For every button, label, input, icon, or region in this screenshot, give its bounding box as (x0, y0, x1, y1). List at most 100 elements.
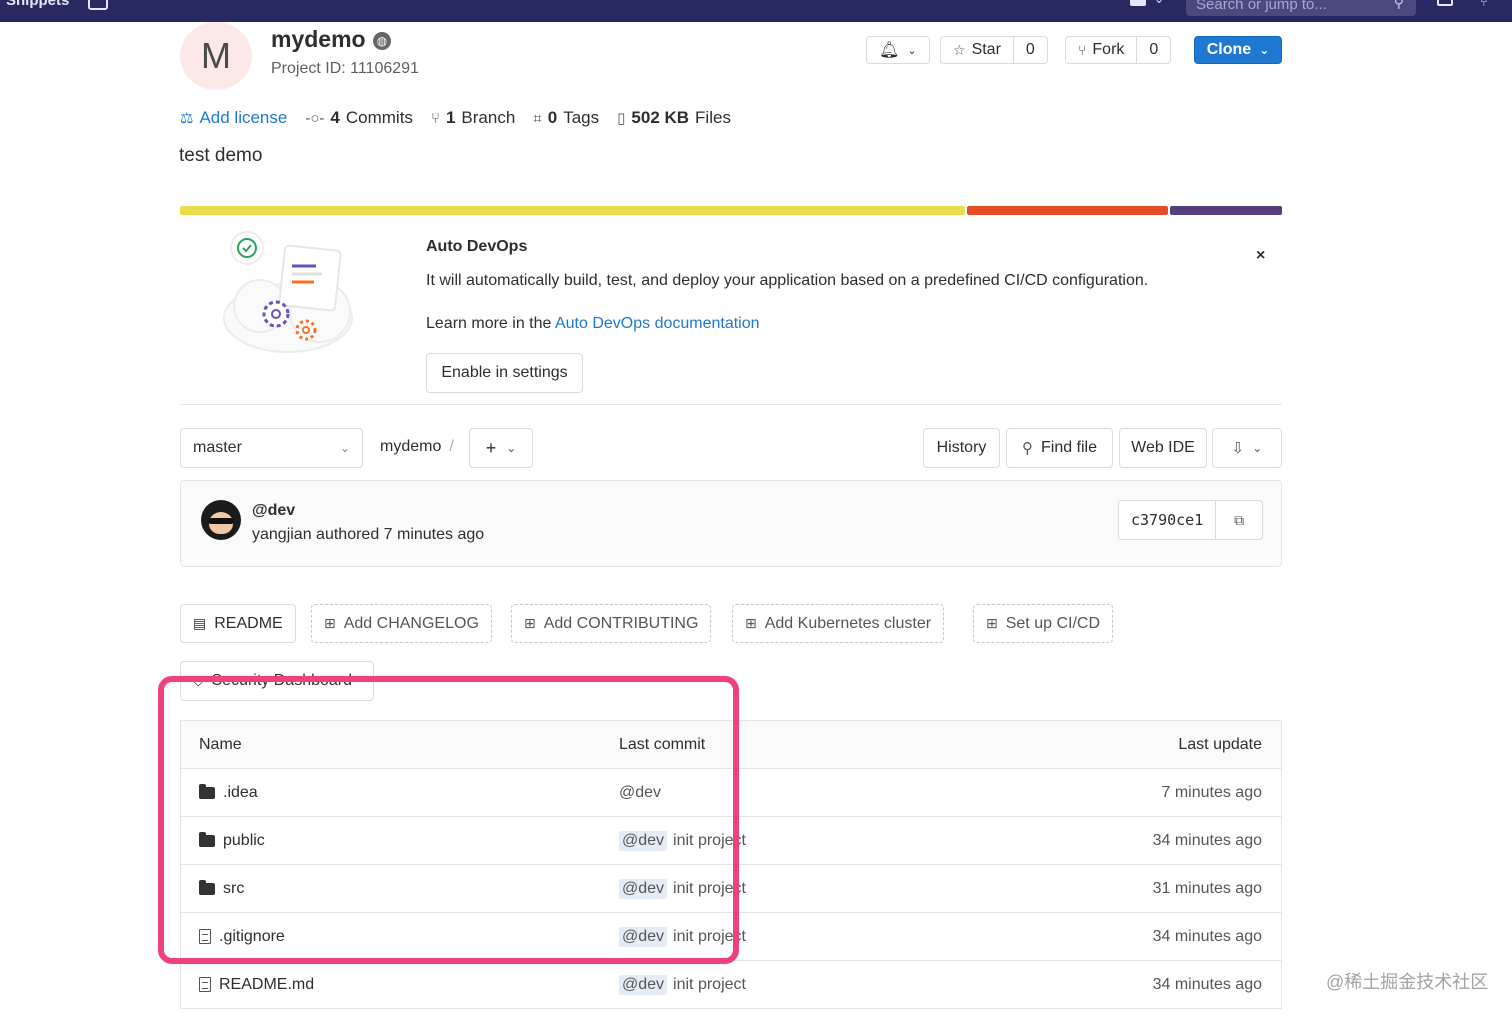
new-item-icon[interactable] (1130, 0, 1146, 6)
add-to-tree-dropdown[interactable]: + ⌄ (469, 428, 533, 468)
commit-tag[interactable]: @dev (619, 926, 668, 947)
enable-in-settings-button[interactable]: Enable in settings (426, 353, 583, 393)
chevron-down-icon[interactable]: ⌄ (1154, 0, 1164, 6)
commit-sha[interactable]: c3790ce1 (1119, 501, 1217, 539)
star-button[interactable]: ☆ Star 0 (940, 36, 1048, 64)
branch-selector[interactable]: master ⌄ (180, 428, 363, 468)
top-navbar: Snippets ⌄ Search or jump to... ⚲ ⑂ (0, 0, 1512, 22)
plus-square-icon: ⊞ (986, 615, 998, 631)
files-link[interactable]: ▯ 502 KB Files (617, 108, 731, 128)
file-icon: ▯ (617, 110, 626, 127)
commit-title[interactable]: @dev (252, 502, 295, 520)
commit-tag[interactable]: @dev (619, 830, 668, 851)
commit-message[interactable]: init project (673, 928, 746, 946)
folder-icon (199, 879, 215, 895)
commit-message[interactable]: init project (673, 880, 746, 898)
snippet-icon[interactable] (88, 0, 108, 10)
star-label: Star (971, 41, 1001, 58)
readme-button[interactable]: ▤ README (180, 604, 296, 643)
chevron-down-icon: ⌄ (1259, 43, 1270, 57)
commits-label: Commits (345, 108, 413, 127)
table-row[interactable]: src @dev init project 31 minutes ago (181, 865, 1281, 913)
commits-link[interactable]: -○- 4 Commits (305, 108, 413, 128)
commit-tag[interactable]: @dev (619, 784, 661, 802)
search-input[interactable]: Search or jump to... ⚲ (1186, 0, 1416, 16)
chevron-down-icon: ⌄ (339, 441, 350, 455)
file-name[interactable]: README.md (219, 976, 314, 994)
close-icon[interactable]: × (1256, 247, 1265, 265)
download-dropdown[interactable]: ⇩ ⌄ (1212, 428, 1282, 468)
shield-icon: ⛉ (193, 672, 204, 689)
language-segment[interactable] (967, 206, 1168, 215)
scale-icon: ⚖ (180, 110, 194, 127)
last-update: 31 minutes ago (1152, 879, 1262, 897)
bell-icon: 🔔︎ ⌄ (879, 42, 917, 59)
add-kubernetes-label: Add Kubernetes cluster (764, 614, 932, 632)
add-changelog-button[interactable]: ⊞ Add CHANGELOG (311, 604, 492, 643)
add-kubernetes-button[interactable]: ⊞ Add Kubernetes cluster (732, 604, 945, 643)
fork-count[interactable]: 0 (1136, 37, 1170, 63)
add-contributing-button[interactable]: ⊞ Add CONTRIBUTING (511, 604, 712, 643)
commit-meta: yangjian authored 7 minutes ago (252, 526, 485, 543)
table-header: Name Last commit Last update (181, 721, 1281, 769)
language-segment[interactable] (1170, 206, 1282, 215)
commit-message[interactable]: init project (673, 976, 746, 994)
file-name[interactable]: .idea (223, 784, 258, 802)
tag-icon: ⌗ (533, 109, 542, 127)
breadcrumb-separator: / (449, 438, 454, 455)
tags-label: Tags (563, 108, 600, 127)
find-file-button[interactable]: ⚲ Find file (1006, 428, 1113, 468)
chevron-down-icon: ⌄ (506, 441, 517, 455)
fork-button[interactable]: ⑂ Fork 0 (1065, 36, 1172, 64)
search-icon: ⚲ (1021, 440, 1033, 457)
last-commit-panel: @dev yangjian authored 7 minutes ago c37… (180, 480, 1282, 567)
merge-requests-icon[interactable] (1437, 0, 1453, 6)
clone-button[interactable]: Clone ⌄ (1194, 36, 1282, 64)
setup-cicd-button[interactable]: ⊞ Set up CI/CD (973, 604, 1113, 643)
security-dashboard-button[interactable]: ⛉ Security Dashboard (180, 661, 374, 701)
project-id: Project ID: 11106291 (271, 60, 419, 77)
snippets-link[interactable]: Snippets (6, 0, 69, 9)
header-last-commit: Last commit (619, 735, 706, 753)
branch-link[interactable]: ⑂ 1 Branch (431, 108, 515, 128)
tags-link[interactable]: ⌗ 0 Tags (533, 108, 599, 128)
public-globe-icon: ◍ (373, 32, 391, 50)
todos-icon[interactable]: ⑂ (1480, 0, 1488, 9)
table-row[interactable]: public @dev init project 34 minutes ago (181, 817, 1281, 865)
commit-message[interactable]: init project (673, 832, 746, 850)
folder-icon (199, 783, 215, 799)
readme-label: README (214, 614, 283, 632)
auto-devops-learn-more: Learn more in the Auto DevOps documentat… (426, 315, 760, 333)
auto-devops-docs-link[interactable]: Auto DevOps documentation (555, 315, 760, 332)
copy-icon[interactable]: ⧉ (1216, 501, 1262, 539)
table-row[interactable]: .idea @dev 7 minutes ago (181, 769, 1281, 817)
web-ide-button[interactable]: Web IDE (1119, 428, 1207, 468)
history-button[interactable]: History (923, 428, 1000, 468)
language-segment[interactable] (180, 206, 966, 215)
file-name[interactable]: .gitignore (219, 928, 285, 946)
star-count[interactable]: 0 (1012, 37, 1047, 63)
commit-tag[interactable]: @dev (619, 974, 668, 995)
files-size: 502 KB (631, 108, 690, 127)
file-name[interactable]: public (223, 832, 265, 850)
plus-icon: + (485, 437, 497, 458)
add-license-label: Add license (199, 108, 288, 127)
auto-devops-illustration (223, 231, 353, 353)
plus-square-icon: ⊞ (524, 615, 536, 631)
file-name[interactable]: src (223, 880, 244, 898)
commit-icon: -○- (305, 109, 325, 127)
file-icon (199, 929, 211, 944)
table-row[interactable]: .gitignore @dev init project 34 minutes a… (181, 913, 1281, 961)
watermark: @稀土掘金技术社区 (1326, 972, 1489, 992)
add-license-link[interactable]: ⚖ Add license (180, 108, 287, 128)
plus-square-icon: ⊞ (745, 615, 757, 631)
repository-languages-bar[interactable] (180, 206, 1282, 215)
security-dashboard-label: Security Dashboard (211, 672, 353, 689)
notification-dropdown[interactable]: 🔔︎ ⌄ (866, 36, 930, 64)
avatar[interactable] (201, 500, 241, 540)
commit-tag[interactable]: @dev (619, 878, 668, 899)
breadcrumb-root[interactable]: mydemo (380, 438, 441, 455)
plus-square-icon: ⊞ (324, 615, 336, 631)
table-row[interactable]: README.md @dev init project 34 minutes ag… (181, 961, 1281, 1009)
clone-label: Clone (1206, 41, 1252, 58)
